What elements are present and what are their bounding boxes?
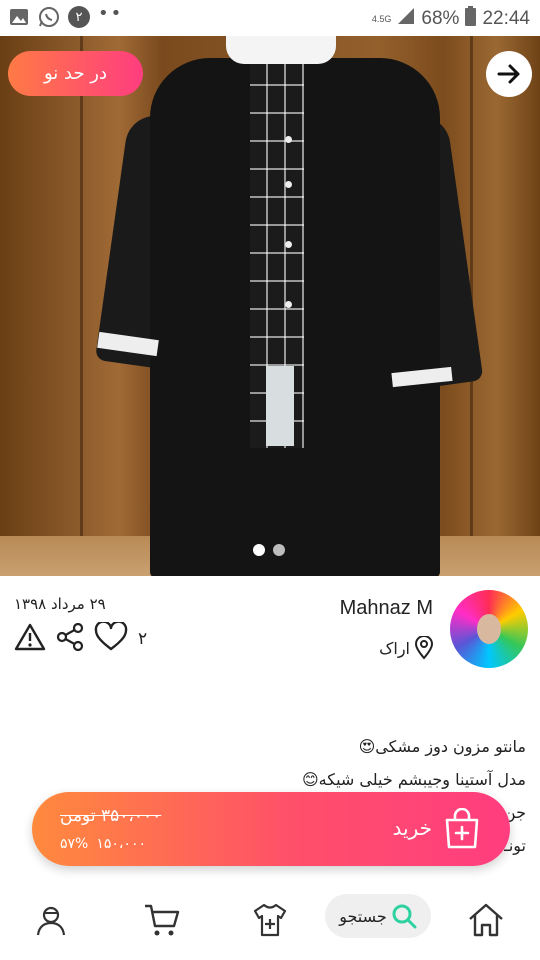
coat-button [285,241,292,248]
like-count: ۲ [138,629,148,649]
sale-price: ۱۵۰،۰۰۰ [96,836,146,852]
post-date: ۲۹ مرداد ۱۳۹۸ [14,595,106,613]
image-pager [253,544,285,556]
nav-add-item[interactable] [250,900,290,940]
seller-name[interactable]: Mahnaz M [340,597,433,620]
original-price: ۳۵۰،۰۰۰ تومن [60,806,162,826]
add-clothing-icon [253,903,287,937]
door-edge [80,36,83,576]
whatsapp-icon [38,6,60,28]
notification-count-badge: ۲ [68,6,90,28]
nav-cart[interactable] [142,900,182,940]
more-notifications-icon: •• [98,3,124,24]
bottom-navigation: جستجو [0,880,540,960]
shopping-bag-add-icon [445,808,479,849]
cart-icon [145,904,180,936]
report-button[interactable] [14,623,46,655]
buy-bar[interactable]: خرید ۳۵۰،۰۰۰ تومن ۵۷% ۱۵۰،۰۰۰ [32,792,510,866]
description-line: مانتو مزون دوز مشکی😍 [358,737,526,756]
clock: 22:44 [482,8,530,29]
network-type: 4.5G [371,13,392,24]
location-pin-icon [414,636,434,660]
seller-location: اراک [379,636,434,660]
condition-badge: در حد نو [8,51,143,96]
share-button[interactable] [56,622,84,655]
home-icon [469,903,503,937]
heart-icon [94,620,128,651]
profile-icon [36,906,66,936]
status-bar: ۲ •• 4.5G 68% 22:44 [0,0,540,36]
post-actions: ۲ [14,620,148,656]
search-label: جستجو [339,906,387,926]
avatar-face [477,614,501,644]
search-icon [392,904,417,929]
status-bar-notifications: ۲ •• [8,3,124,28]
coat-button [285,301,292,308]
like-button[interactable] [94,620,128,656]
seller-avatar[interactable] [450,590,528,668]
coat-collar [226,36,336,64]
arrow-right-icon [497,64,520,84]
seller-city: اراک [379,638,410,658]
forward-button[interactable] [486,51,532,97]
product-image[interactable] [0,36,540,576]
pager-dot-active[interactable] [253,544,265,556]
nav-home[interactable] [466,900,506,940]
coat-panel [266,366,294,446]
gallery-icon [8,6,30,28]
coat-button [285,181,292,188]
coat-button [285,136,292,143]
nav-search[interactable]: جستجو [325,894,431,938]
battery-icon [465,6,477,32]
signal-icon [397,7,415,31]
status-bar-system: 4.5G 68% 22:44 [372,6,530,32]
share-icon [56,622,84,652]
buy-button-label[interactable]: خرید [393,816,432,840]
pager-dot[interactable] [273,544,285,556]
battery-level: 68% [421,8,460,29]
warning-icon [14,623,46,651]
discount-info: ۵۷% ۱۵۰،۰۰۰ [60,836,146,852]
nav-profile[interactable] [32,900,72,940]
discount-percent: ۵۷% [60,836,89,852]
